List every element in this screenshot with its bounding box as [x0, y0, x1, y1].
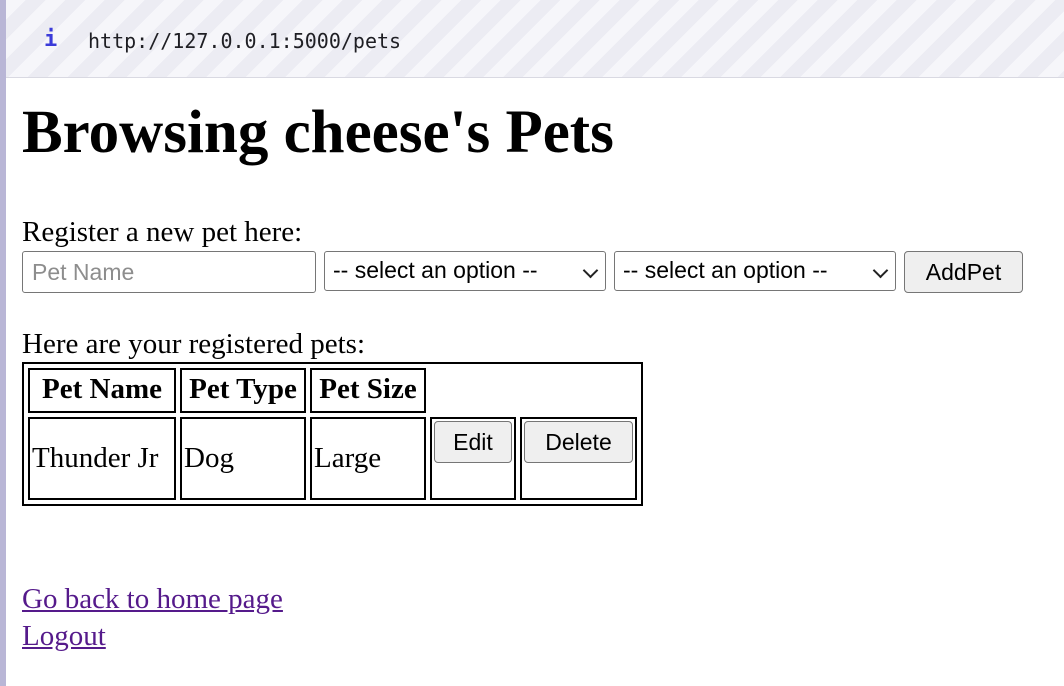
pet-name-input[interactable] [22, 251, 316, 293]
registered-pets-label: Here are your registered pets: [22, 328, 366, 360]
chevron-down-icon [872, 262, 889, 279]
page-title: Browsing cheese's Pets [22, 99, 614, 166]
address-url[interactable]: http://127.0.0.1:5000/pets [88, 28, 401, 54]
chevron-down-icon [582, 262, 599, 279]
window-edge [0, 0, 6, 686]
header-pet-name: Pet Name [28, 368, 176, 413]
address-bar[interactable]: i http://127.0.0.1:5000/pets [6, 0, 1064, 78]
cell-pet-name: Thunder Jr [28, 417, 176, 500]
logout-link[interactable]: Logout [22, 619, 106, 653]
register-label: Register a new pet here: [22, 216, 303, 248]
info-icon[interactable]: i [44, 26, 57, 54]
header-pet-type: Pet Type [180, 368, 306, 413]
cell-pet-size: Large [310, 417, 426, 500]
pet-size-select[interactable]: -- select an option -- [614, 251, 896, 291]
pet-size-select-value: -- select an option -- [623, 257, 828, 283]
home-link[interactable]: Go back to home page [22, 582, 283, 616]
pet-type-select-value: -- select an option -- [333, 257, 538, 283]
delete-button[interactable]: Delete [524, 421, 633, 463]
header-pet-size: Pet Size [310, 368, 426, 413]
add-pet-button[interactable]: AddPet [904, 251, 1023, 293]
edit-button[interactable]: Edit [434, 421, 512, 463]
cell-pet-type: Dog [180, 417, 306, 500]
pet-type-select[interactable]: -- select an option -- [324, 251, 606, 291]
